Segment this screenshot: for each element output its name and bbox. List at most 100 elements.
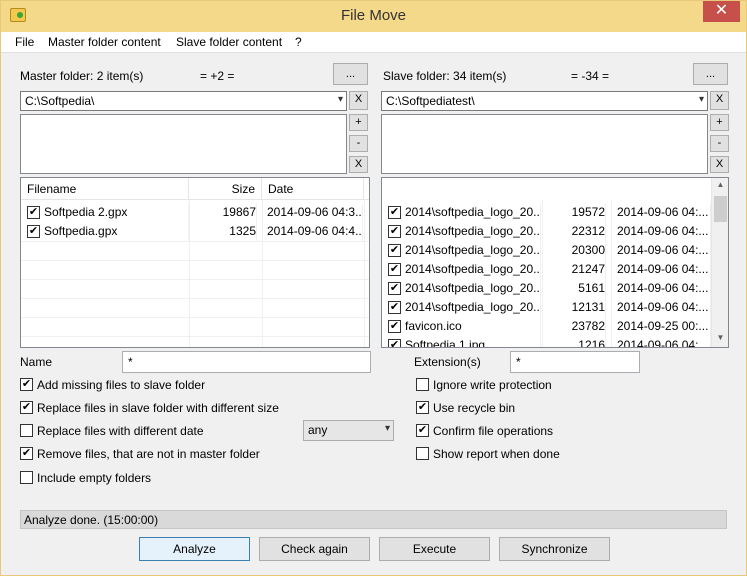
title-bar: File Move ✕	[1, 1, 746, 32]
menu-slave-folder-content[interactable]: Slave folder content	[176, 35, 282, 49]
slave-minus-button[interactable]: -	[710, 135, 729, 152]
master-list-header: Filename Size Date	[21, 178, 369, 200]
name-label: Name	[20, 355, 53, 369]
chevron-down-icon: ▾	[698, 94, 704, 105]
master-diff-label: = +2 =	[200, 69, 235, 83]
analyze-button[interactable]: Analyze	[139, 537, 250, 561]
column-size[interactable]: Size	[189, 178, 262, 200]
master-add-button[interactable]: +	[349, 114, 368, 131]
extension-label: Extension(s)	[414, 355, 481, 369]
table-row[interactable]: ✔ Softpedia.gpx 1325 2014-09-06 04:4...	[21, 222, 369, 241]
date-mode-value: any	[308, 423, 328, 437]
extension-input[interactable]: *	[510, 351, 640, 373]
row-checkbox[interactable]: ✔	[388, 206, 401, 219]
date-mode-select[interactable]: any ▾	[303, 420, 394, 441]
slave-clear-button[interactable]: X	[710, 156, 729, 173]
scroll-thumb[interactable]	[714, 196, 727, 222]
row-checkbox[interactable]: ✔	[388, 301, 401, 314]
window-title: File Move	[340, 7, 407, 24]
row-size: 21247	[542, 260, 606, 279]
checkbox[interactable]	[20, 424, 33, 437]
master-folder-list[interactable]	[20, 114, 347, 174]
menu-help[interactable]: ?	[295, 35, 302, 49]
checkbox[interactable]: ✔	[20, 378, 33, 391]
menu-master-folder-content[interactable]: Master folder content	[48, 35, 161, 49]
row-checkbox[interactable]: ✔	[27, 225, 40, 238]
scroll-down-icon[interactable]: ▼	[712, 333, 728, 342]
row-size: 23782	[542, 317, 606, 336]
synchronize-button[interactable]: Synchronize	[499, 537, 610, 561]
row-checkbox[interactable]: ✔	[388, 244, 401, 257]
checkbox-label: Include empty folders	[37, 471, 152, 485]
master-browse-button[interactable]: ...	[333, 63, 368, 85]
slave-folder-label: Slave folder: 34 item(s)	[383, 69, 507, 83]
checkbox[interactable]	[416, 378, 429, 391]
row-date: 2014-09-06 04:3...	[267, 203, 363, 222]
slave-folder-list[interactable]	[381, 114, 708, 174]
table-row[interactable]: ✔ Softpedia 1.jpg 1216 2014-09-06 04:...	[382, 336, 712, 347]
row-size: 1216	[542, 336, 606, 347]
row-size: 5161	[542, 279, 606, 298]
row-size: 19867	[189, 203, 257, 222]
row-date: 2014-09-06 04:...	[617, 203, 711, 222]
table-row[interactable]: ✔ 2014\softpedia_logo_20... 21247 2014-0…	[382, 260, 712, 279]
slave-file-list[interactable]: ✔ 2014\softpedia_logo_20... 19572 2014-0…	[381, 177, 729, 348]
column-date[interactable]: Date	[262, 178, 364, 200]
table-row[interactable]: ✔ favicon.ico 23782 2014-09-25 00:...	[382, 317, 712, 336]
row-checkbox[interactable]: ✔	[388, 320, 401, 333]
table-row[interactable]: ✔ 2014\softpedia_logo_20... 5161 2014-09…	[382, 279, 712, 298]
table-row[interactable]: ✔ 2014\softpedia_logo_20... 20300 2014-0…	[382, 241, 712, 260]
status-bar: Analyze done. (15:00:00)	[20, 510, 727, 529]
row-date: 2014-09-06 04:...	[617, 222, 711, 241]
slave-remove-path-button[interactable]: X	[710, 91, 729, 110]
checkbox-label: Ignore write protection	[433, 378, 552, 392]
checkbox[interactable]: ✔	[20, 447, 33, 460]
checkbox-label: Use recycle bin	[433, 401, 516, 415]
row-filename: 2014\softpedia_logo_20...	[405, 241, 541, 260]
table-row[interactable]: ✔ 2014\softpedia_logo_20... 12131 2014-0…	[382, 298, 712, 317]
row-size: 1325	[189, 222, 257, 241]
table-row[interactable]: ✔ 2014\softpedia_logo_20... 19572 2014-0…	[382, 203, 712, 222]
row-checkbox[interactable]: ✔	[388, 225, 401, 238]
master-path-combo[interactable]: C:\Softpedia\ ▾	[20, 91, 347, 111]
column-filename[interactable]: Filename	[21, 178, 189, 200]
row-size: 20300	[542, 241, 606, 260]
row-filename: Softpedia 1.jpg	[405, 336, 541, 347]
row-checkbox[interactable]: ✔	[27, 206, 40, 219]
checkbox[interactable]	[20, 471, 33, 484]
slave-browse-button[interactable]: ...	[693, 63, 728, 85]
checkbox[interactable]: ✔	[416, 424, 429, 437]
scroll-up-icon[interactable]: ▲	[712, 180, 728, 189]
master-minus-button[interactable]: -	[349, 135, 368, 152]
row-checkbox[interactable]: ✔	[388, 339, 401, 347]
checkbox[interactable]: ✔	[20, 401, 33, 414]
slave-add-button[interactable]: +	[710, 114, 729, 131]
row-checkbox[interactable]: ✔	[388, 282, 401, 295]
name-input[interactable]: *	[122, 351, 371, 373]
checkbox-label: Show report when done	[433, 447, 560, 461]
master-clear-button[interactable]: X	[349, 156, 368, 173]
checkbox[interactable]: ✔	[416, 401, 429, 414]
master-file-list[interactable]: Filename Size Date ✔ Softpedia 2.gpx 198…	[20, 177, 370, 348]
row-date: 2014-09-06 04:...	[617, 279, 711, 298]
close-button[interactable]: ✕	[703, 1, 740, 22]
checkbox[interactable]	[416, 447, 429, 460]
table-row[interactable]: ✔ Softpedia 2.gpx 19867 2014-09-06 04:3.…	[21, 203, 369, 222]
master-remove-path-button[interactable]: X	[349, 91, 368, 110]
row-filename: favicon.ico	[405, 317, 541, 336]
row-filename: 2014\softpedia_logo_20...	[405, 222, 541, 241]
master-folder-label: Master folder: 2 item(s)	[20, 69, 144, 83]
app-window: File Move ✕ File Master folder content S…	[0, 0, 747, 576]
master-path-value: C:\Softpedia\	[25, 94, 95, 108]
checkbox-label: Remove files, that are not in master fol…	[37, 447, 260, 461]
slave-path-value: C:\Softpediatest\	[386, 94, 475, 108]
slave-path-combo[interactable]: C:\Softpediatest\ ▾	[381, 91, 708, 111]
status-text: Analyze done. (15:00:00)	[24, 513, 159, 527]
table-row[interactable]: ✔ 2014\softpedia_logo_20... 22312 2014-0…	[382, 222, 712, 241]
slave-list-scrollbar[interactable]: ▲ ▼	[711, 178, 728, 347]
execute-button[interactable]: Execute	[379, 537, 490, 561]
menu-file[interactable]: File	[15, 35, 34, 49]
check-again-button[interactable]: Check again	[259, 537, 370, 561]
row-filename: Softpedia 2.gpx	[44, 203, 189, 222]
row-checkbox[interactable]: ✔	[388, 263, 401, 276]
